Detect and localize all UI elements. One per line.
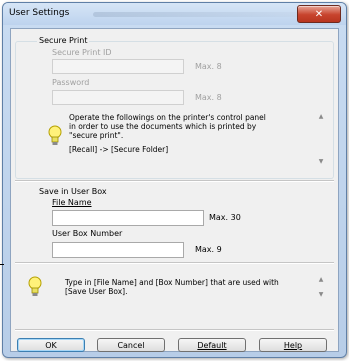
password-input[interactable] (53, 91, 183, 104)
password-max: Max. 8 (195, 93, 222, 102)
hint-scrollbar[interactable]: ▲ ▼ (317, 276, 325, 298)
file-name-label: File Name (52, 198, 92, 207)
file-name-field[interactable] (52, 210, 204, 226)
info-line-2: in order to use the documents which is p… (69, 122, 257, 131)
help-button[interactable]: Help (259, 338, 327, 352)
default-button[interactable]: Default (178, 338, 246, 352)
scroll-down-icon[interactable]: ▼ (317, 158, 325, 165)
user-box-number-field[interactable] (52, 242, 184, 258)
hint-text: Type in [File Name] and [Box Number] tha… (65, 278, 315, 296)
user-settings-dialog: User Settings ✕ Secure Print Secure Prin… (2, 2, 347, 358)
hint-scroll-up-icon[interactable]: ▲ (317, 276, 325, 283)
user-box-number-label: User Box Number (52, 229, 123, 238)
user-box-number-input[interactable] (53, 243, 183, 257)
section-separator-2 (15, 262, 334, 264)
hint-line-2: [Save User Box]. (65, 287, 128, 296)
leader-line (0, 264, 4, 265)
hint-box: Type in [File Name] and [Box Number] tha… (25, 274, 329, 304)
scroll-up-icon[interactable]: ▲ (317, 113, 325, 120)
secure-print-group-label: Secure Print (37, 36, 90, 45)
hint-line-1: Type in [File Name] and [Box Number] tha… (65, 278, 279, 287)
file-name-input[interactable] (53, 211, 203, 225)
user-box-group-label: Save in User Box (39, 187, 107, 196)
dialog-title: User Settings (9, 8, 70, 18)
title-bar-background (93, 12, 308, 17)
lightbulb-icon (48, 125, 62, 145)
password-label: Password (52, 78, 89, 87)
cancel-button[interactable]: Cancel (97, 338, 165, 352)
dialog-body: Secure Print Secure Print ID Max. 8 Pass… (10, 28, 339, 352)
lightbulb-icon (28, 276, 42, 296)
secure-print-id-label-text: Secure Print ID (52, 48, 112, 57)
info-line-4: [Recall] -> [Secure Folder] (69, 145, 169, 154)
ok-button[interactable]: OK (17, 338, 85, 352)
secure-print-id-input[interactable] (53, 60, 183, 73)
close-icon: ✕ (314, 8, 324, 20)
secure-print-info: Operate the followings on the printer's … (45, 113, 329, 173)
secure-print-id-max: Max. 8 (195, 62, 222, 71)
secure-print-id-field[interactable] (52, 59, 184, 74)
secure-print-info-text: Operate the followings on the printer's … (69, 113, 319, 154)
hint-scroll-down-icon[interactable]: ▼ (317, 291, 325, 298)
secure-print-info-scrollbar[interactable]: ▲ ▼ (317, 113, 325, 165)
title-bar[interactable]: User Settings ✕ (3, 3, 346, 25)
close-button[interactable]: ✕ (297, 5, 341, 23)
user-box-number-max: Max. 9 (195, 245, 222, 254)
section-separator (15, 180, 334, 182)
file-name-max: Max. 30 (209, 213, 241, 222)
info-line-3: "secure print". (69, 131, 124, 140)
section-separator-3 (15, 329, 334, 331)
password-field[interactable] (52, 90, 184, 105)
password-label-text: Password (52, 78, 90, 87)
info-line-1: Operate the followings on the printer's … (69, 113, 266, 122)
secure-print-id-label: Secure Print ID (52, 48, 112, 57)
